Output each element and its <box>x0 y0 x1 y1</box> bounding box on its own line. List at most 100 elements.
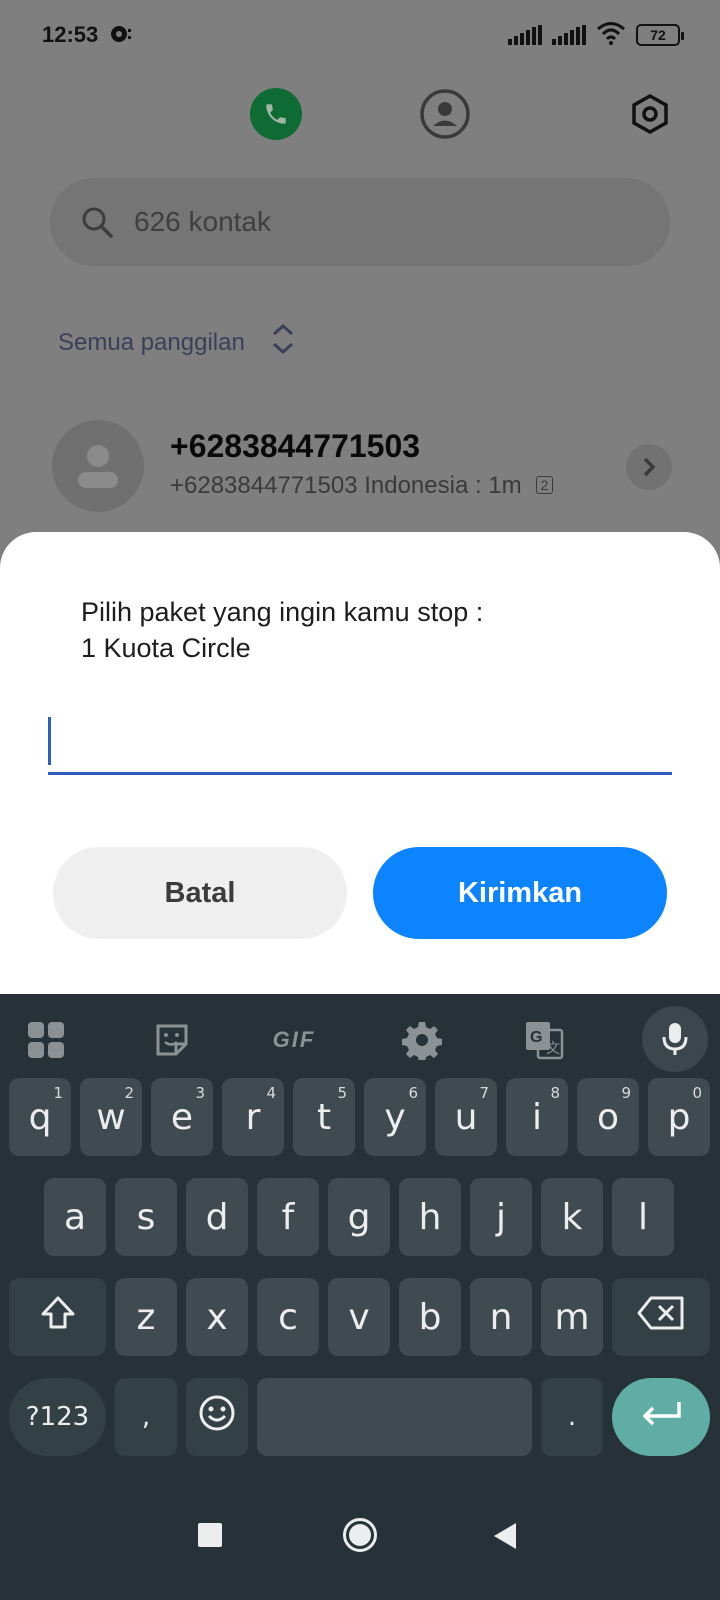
signal-icon <box>552 25 586 45</box>
wifi-icon <box>596 21 626 50</box>
key-f[interactable]: f <box>257 1178 319 1256</box>
contacts-search-bar[interactable]: 626 kontak <box>50 178 670 266</box>
call-filter-label: Semua panggilan <box>58 328 245 356</box>
key-c[interactable]: c <box>257 1278 319 1356</box>
key-v[interactable]: v <box>328 1278 390 1356</box>
apps-grid-icon[interactable] <box>20 1014 72 1066</box>
key-n[interactable]: n <box>470 1278 532 1356</box>
emoji-icon <box>198 1394 236 1441</box>
key-a[interactable]: a <box>44 1178 106 1256</box>
key-hint: 0 <box>692 1084 702 1102</box>
key-s[interactable]: s <box>115 1178 177 1256</box>
notification-icon <box>110 24 132 44</box>
send-button[interactable]: Kirimkan <box>373 847 667 939</box>
key-e[interactable]: e3 <box>151 1078 213 1156</box>
translate-icon[interactable]: G文 <box>518 1014 570 1066</box>
up-down-chevron-icon <box>271 322 295 363</box>
key-y[interactable]: y6 <box>364 1078 426 1156</box>
key-hint: 2 <box>124 1084 134 1102</box>
phone-tab-icon[interactable] <box>250 88 302 140</box>
enter-key[interactable] <box>612 1378 710 1456</box>
key-i[interactable]: i8 <box>506 1078 568 1156</box>
key-w[interactable]: w2 <box>80 1078 142 1156</box>
key-m[interactable]: m <box>541 1278 603 1356</box>
keyboard-toolbar: GIF G文 <box>0 994 720 1086</box>
chevron-right-icon[interactable] <box>626 444 672 490</box>
key-k[interactable]: k <box>541 1178 603 1256</box>
recents-icon[interactable] <box>198 1523 222 1547</box>
key-hint: 8 <box>550 1084 560 1102</box>
key-z[interactable]: z <box>115 1278 177 1356</box>
battery-icon: 72 <box>636 24 684 46</box>
key-o[interactable]: o9 <box>577 1078 639 1156</box>
key-label: i <box>531 1096 542 1138</box>
key-g[interactable]: g <box>328 1178 390 1256</box>
settings-icon[interactable] <box>396 1014 448 1066</box>
call-detail-text: +6283844771503 Indonesia : 1m <box>170 472 522 499</box>
status-time: 12:53 <box>42 22 99 47</box>
space-key[interactable] <box>257 1378 532 1456</box>
key-label: t <box>316 1096 332 1138</box>
key-hint: 4 <box>266 1084 276 1102</box>
dialog-message: Pilih paket yang ingin kamu stop : 1 Kuo… <box>81 594 483 666</box>
key-hint: 1 <box>53 1084 63 1102</box>
key-h[interactable]: h <box>399 1178 461 1256</box>
dialog-message-line: 1 Kuota Circle <box>81 633 251 663</box>
caller-name: +6283844771503 <box>170 428 421 464</box>
key-q[interactable]: q1 <box>9 1078 71 1156</box>
symbols-key[interactable]: ?123 <box>9 1378 106 1456</box>
key-hint: 6 <box>408 1084 418 1102</box>
backspace-icon <box>637 1296 685 1339</box>
key-b[interactable]: b <box>399 1278 461 1356</box>
key-label: p <box>667 1096 691 1138</box>
key-j[interactable]: j <box>470 1178 532 1256</box>
contacts-tab-icon[interactable] <box>419 88 471 140</box>
key-p[interactable]: p0 <box>648 1078 710 1156</box>
key-hint: 3 <box>195 1084 205 1102</box>
key-label: y <box>384 1096 406 1138</box>
key-label: u <box>454 1096 478 1138</box>
key-label: q <box>28 1096 52 1138</box>
key-hint: 5 <box>337 1084 347 1102</box>
settings-icon[interactable] <box>624 88 676 140</box>
key-label: o <box>596 1096 620 1138</box>
emoji-key[interactable] <box>186 1378 248 1456</box>
call-detail: +6283844771503 Indonesia : 1m 2 <box>170 472 554 500</box>
key-hint: 7 <box>479 1084 489 1102</box>
shift-key[interactable] <box>9 1278 106 1356</box>
key-u[interactable]: u7 <box>435 1078 497 1156</box>
key-label: r <box>245 1096 261 1138</box>
backspace-key[interactable] <box>612 1278 710 1356</box>
gif-icon[interactable]: GIF <box>268 1014 320 1066</box>
status-bar: 12:53 72 <box>0 0 720 70</box>
system-nav-bar <box>0 1486 720 1600</box>
period-key[interactable]: . <box>541 1378 603 1456</box>
cancel-button[interactable]: Batal <box>53 847 347 939</box>
sim-badge: 2 <box>535 476 554 494</box>
key-t[interactable]: t5 <box>293 1078 355 1156</box>
shift-icon <box>39 1294 77 1341</box>
search-icon <box>80 205 114 239</box>
microphone-icon[interactable] <box>642 1006 708 1072</box>
key-d[interactable]: d <box>186 1178 248 1256</box>
key-l[interactable]: l <box>612 1178 674 1256</box>
call-filter-dropdown[interactable]: Semua panggilan <box>58 322 295 363</box>
svg-text:文: 文 <box>546 1041 560 1057</box>
sticker-icon[interactable] <box>146 1014 198 1066</box>
avatar <box>52 420 144 512</box>
key-r[interactable]: r4 <box>222 1078 284 1156</box>
key-label: e <box>170 1096 194 1138</box>
search-placeholder: 626 kontak <box>134 206 271 237</box>
back-icon[interactable] <box>494 1523 516 1549</box>
dialer-tabs <box>0 85 720 145</box>
status-indicators: 72 <box>508 21 684 50</box>
text-cursor <box>48 717 51 765</box>
recent-call-item[interactable]: +6283844771503 +6283844771503 Indonesia … <box>52 420 672 512</box>
ussd-dialog: Pilih paket yang ingin kamu stop : 1 Kuo… <box>0 532 720 1002</box>
signal-icon <box>508 25 542 45</box>
reply-input[interactable] <box>48 717 672 775</box>
key-x[interactable]: x <box>186 1278 248 1356</box>
svg-text:G: G <box>530 1029 542 1046</box>
comma-key[interactable]: , <box>115 1378 177 1456</box>
home-icon[interactable] <box>343 1518 377 1552</box>
